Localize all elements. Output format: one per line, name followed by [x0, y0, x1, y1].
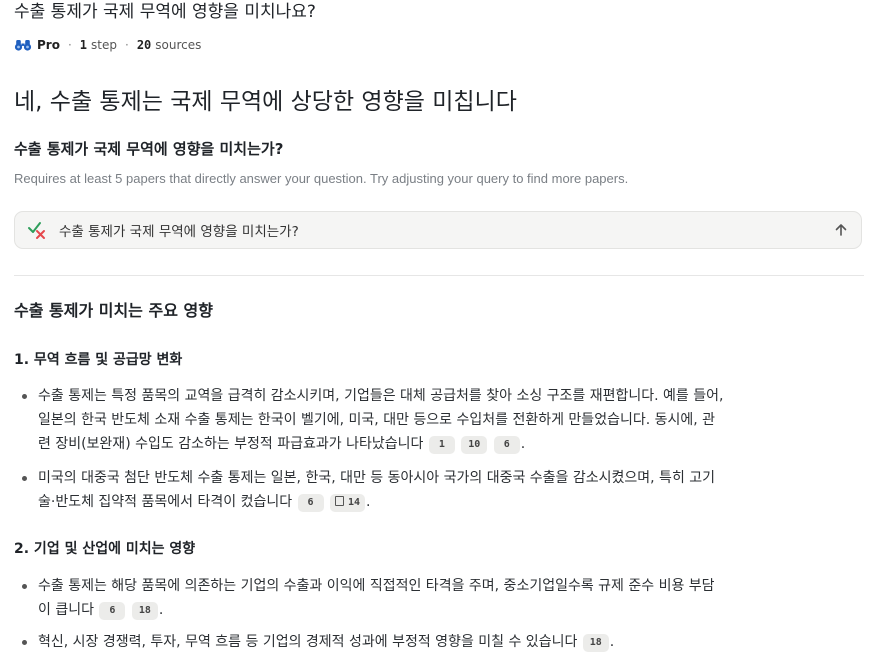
- query-text[interactable]: 수출 통제가 국제 무역에 영향을 미치는가?: [59, 220, 833, 240]
- separator-dot: ·: [125, 38, 129, 52]
- bullet-dot: [22, 394, 27, 399]
- section-title: 수출 통제가 미치는 주요 영향: [14, 301, 213, 320]
- list-item: 수출 통제는 해당 품목에 의존하는 기업의 수출과 이익에 직접적인 타격을 …: [22, 574, 864, 622]
- citation-badge[interactable]: 6: [297, 494, 324, 512]
- query-box[interactable]: 수출 통제가 국제 무역에 영향을 미치는가?: [14, 211, 862, 249]
- steps-count: 1: [79, 38, 88, 52]
- bullet-line: 수출 통제는 해당 품목에 의존하는 기업의 수출과 이익에 직접적인 타격을 …: [38, 578, 715, 594]
- subsection-heading: 1. 무역 흐름 및 공급망 변화: [14, 352, 183, 368]
- mode-label: Pro: [37, 38, 60, 52]
- document-icon: [335, 496, 344, 506]
- bullet-line: 술·반도체 집약적 품목에서 타격이 컸습니다: [38, 494, 293, 510]
- list-item: 수출 통제는 특정 품목의 교역을 급격히 감소시키며, 기업들은 대체 공급처…: [22, 384, 864, 456]
- bullet-line: 미국의 대중국 첨단 반도체 수출 통제는 일본, 한국, 대만 등 동아시아 …: [38, 470, 716, 486]
- citation-badge[interactable]: 18: [131, 602, 158, 620]
- bullet-line: 일본의 한국 반도체 소재 수출 통제는 한국이 벨기에, 미국, 대만 등으로…: [38, 412, 716, 428]
- bullet-line: 수출 통제는 특정 품목의 교역을 급격히 감소시키며, 기업들은 대체 공급처…: [38, 388, 724, 404]
- meta-row: Pro · 1 step · 20 sources: [14, 36, 201, 54]
- bullet-line: 련 장비(보완재) 수입도 감소하는 부정적 파급효과가 나타났습니다: [38, 436, 424, 452]
- sub-question-title: 수출 통제가 국제 무역에 영향을 미치는가?: [14, 140, 284, 158]
- bullet-line: 이 큽니다: [38, 602, 94, 618]
- citation-badge-document[interactable]: 14: [330, 494, 366, 512]
- bullet-dot: [22, 584, 27, 589]
- subsection-heading: 2. 기업 및 산업에 미치는 영향: [14, 541, 196, 557]
- citation-badge[interactable]: 18: [582, 634, 609, 652]
- citation-badge[interactable]: 10: [461, 436, 488, 454]
- separator-dot: ·: [67, 38, 72, 52]
- papers-requirement-note: Requires at least 5 papers that directly…: [14, 171, 629, 186]
- steps-label: step: [91, 38, 117, 52]
- answer-headline: 네, 수출 통제는 국제 무역에 상당한 영향을 미칩니다: [14, 89, 517, 115]
- divider: [14, 275, 864, 276]
- sources-count: 20: [136, 38, 152, 52]
- list-item: 혁신, 시장 경쟁력, 투자, 무역 흐름 등 기업의 경제적 성과에 부정적 …: [22, 630, 864, 654]
- binoculars-icon: [14, 40, 32, 51]
- citation-badge[interactable]: 6: [99, 602, 126, 620]
- citation-badge[interactable]: 6: [493, 436, 520, 454]
- bullet-line: 혁신, 시장 경쟁력, 투자, 무역 흐름 등 기업의 경제적 성과에 부정적 …: [38, 634, 578, 650]
- question-title: 수출 통제가 국제 무역에 영향을 미치나요?: [14, 2, 316, 22]
- bullet-dot: [22, 640, 27, 645]
- arrow-up-icon[interactable]: [833, 222, 849, 238]
- citation-badge[interactable]: 1: [428, 436, 455, 454]
- bullet-dot: [22, 476, 27, 481]
- list-item: 미국의 대중국 첨단 반도체 수출 통제는 일본, 한국, 대만 등 동아시아 …: [22, 466, 864, 514]
- citation-number: 14: [348, 497, 361, 508]
- sources-label[interactable]: sources: [155, 38, 201, 52]
- check-cross-icon: [28, 222, 45, 239]
